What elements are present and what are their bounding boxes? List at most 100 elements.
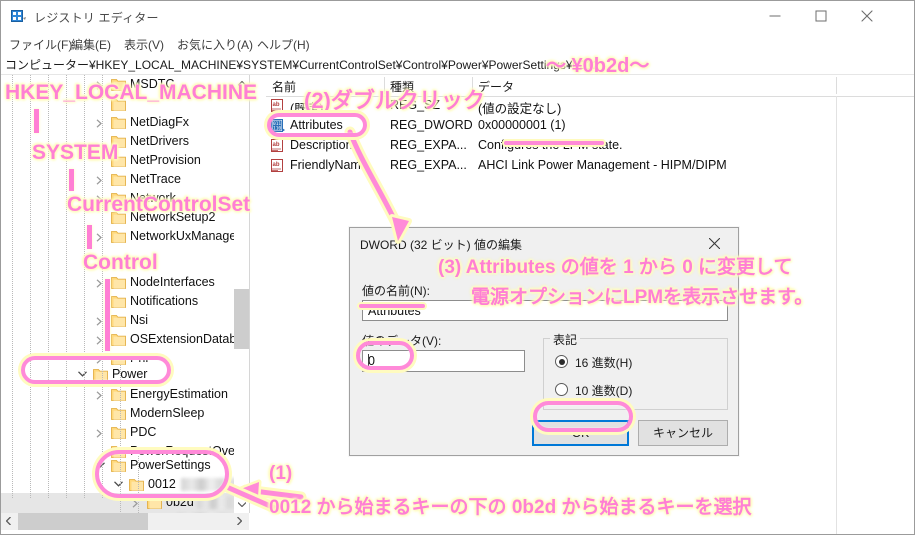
value-data: AHCI Link Power Management - HIPM/DIPM	[478, 158, 727, 172]
tree-guide-line	[30, 75, 31, 499]
radio-decimal-label[interactable]: 10 進数(D)	[575, 382, 632, 399]
chevron-right-icon[interactable]	[93, 227, 107, 247]
annotation-bar	[69, 169, 74, 191]
registry-editor-icon	[11, 9, 27, 25]
annotation-step3-line2: 電源オプションにLPMを表示させます。	[471, 287, 814, 308]
column-header-name[interactable]: 名前	[272, 78, 296, 95]
menu-favorites[interactable]: お気に入り(A)	[177, 36, 253, 53]
folder-icon	[111, 426, 126, 439]
close-button[interactable]	[844, 1, 890, 31]
tree-item[interactable]: NetworkUxManager	[1, 227, 241, 247]
tree-item-label: NetDrivers	[130, 134, 190, 148]
value-type: REG_EXPA...	[390, 158, 467, 172]
window-title: レジストリ エディター	[34, 11, 159, 25]
tree-guide-line	[48, 75, 49, 499]
menu-bar: ファイル(F) 編集(E) 表示(V) お気に入り(A) ヘルプ(H)	[1, 33, 914, 54]
maximize-button[interactable]	[798, 1, 844, 31]
folder-icon	[111, 116, 126, 129]
tree-item[interactable]: Notifications	[1, 292, 241, 312]
radio-decimal[interactable]	[555, 383, 568, 396]
base-group-box	[543, 338, 728, 410]
title-bar: レジストリ エディター	[1, 1, 914, 33]
value-data: 0x00000001 (1)	[478, 118, 566, 132]
ab-string-icon: ab	[270, 98, 286, 114]
annotation-underline-attributes-name	[359, 304, 425, 308]
annotation-step1-text: 0012 から始まるキーの下の 0b2d から始まるキーを選択	[269, 497, 752, 518]
menu-edit[interactable]: 編集(E)	[71, 36, 111, 53]
menu-view[interactable]: 表示(V)	[124, 36, 164, 53]
folder-icon	[111, 230, 126, 243]
cancel-button[interactable]: キャンセル	[638, 420, 728, 446]
column-separator[interactable]	[836, 77, 837, 94]
scrollbar-track[interactable]	[234, 92, 249, 496]
folder-icon	[111, 295, 126, 308]
annotation-step3-line1: (3) Attributes の値を 1 から 0 に変更して	[438, 257, 793, 278]
annotation-bar	[34, 109, 39, 133]
annotation-ccs: CurrentControlSet	[67, 193, 251, 216]
tree-item-label: OSExtensionDatabase	[130, 332, 250, 346]
menu-help[interactable]: ヘルプ(H)	[257, 36, 310, 53]
tree-item-label: NetTrace	[130, 172, 181, 186]
registry-value-row[interactable]: ab Description REG_EXPA... Configures the L…	[266, 136, 914, 156]
annotation-bar	[105, 279, 110, 351]
tree-item[interactable]: NodeInterfaces	[1, 273, 241, 293]
tree-item-label: Nsi	[130, 313, 149, 327]
minimize-button[interactable]	[752, 1, 798, 31]
folder-icon	[111, 333, 126, 346]
tree-item-label: EnergyEstimation	[130, 387, 228, 401]
registry-value-row[interactable]: ab FriendlyName REG_EXPA... AHCI Link Power…	[266, 156, 914, 176]
folder-icon	[111, 388, 126, 401]
pane-splitter[interactable]	[250, 75, 265, 534]
base-group-title: 表記	[550, 331, 581, 348]
tree-item-label: NetworkUxManager	[130, 229, 241, 243]
annotation-step2: (2)ダブルクリック	[304, 88, 485, 113]
annotation-ring-value-data	[356, 341, 414, 370]
annotation-step1-number: (1)	[269, 463, 293, 484]
chevron-right-icon[interactable]	[93, 113, 107, 133]
tree-guide-line	[84, 75, 85, 499]
folder-icon	[111, 407, 126, 420]
radio-hexadecimal-label[interactable]: 16 進数(H)	[575, 354, 632, 371]
scroll-right-button[interactable]	[232, 513, 249, 530]
value-name: Description	[290, 138, 353, 152]
tree-item[interactable]: OSExtensionDatabase	[1, 330, 249, 350]
scrollbar-thumb[interactable]	[234, 289, 249, 349]
chevron-right-icon[interactable]	[93, 423, 107, 443]
chevron-right-icon[interactable]	[93, 170, 107, 190]
scroll-down-button[interactable]	[234, 496, 249, 513]
dialog-title: DWORD (32 ビット) 値の編集	[360, 238, 523, 252]
tree-item[interactable]: ModernSleep	[1, 404, 241, 424]
scroll-left-button[interactable]	[1, 513, 18, 530]
svg-text:ab: ab	[273, 162, 280, 168]
radio-hexadecimal[interactable]	[555, 355, 568, 368]
annotation-ring-power	[21, 356, 171, 384]
svg-text:ab: ab	[273, 142, 280, 148]
chevron-right-icon[interactable]	[93, 385, 107, 405]
annotation-ring-ok	[533, 401, 633, 432]
tree-item[interactable]: Nsi	[1, 311, 241, 331]
tree-guide-line	[102, 75, 103, 499]
tree-horizontal-scrollbar[interactable]	[1, 513, 249, 530]
folder-icon	[111, 276, 126, 289]
hscrollbar-thumb[interactable]	[18, 513, 148, 530]
annotation-ring-attributes	[267, 113, 367, 137]
tree-item[interactable]: PDC	[1, 423, 241, 443]
address-bar[interactable]: コンピューター¥HKEY_LOCAL_MACHINE¥SYSTEM¥Curren…	[1, 54, 914, 75]
tree-item[interactable]: EnergyEstimation	[1, 385, 241, 405]
annotation-ring-powersettings	[95, 450, 229, 498]
value-data: (値の設定なし)	[478, 102, 562, 116]
tree-vertical-scrollbar[interactable]	[234, 75, 249, 513]
annotation-underline-dword-value	[504, 141, 604, 145]
value-name: FriendlyName	[290, 158, 368, 172]
annotation-control: Control	[83, 251, 158, 274]
tree-guide-line	[12, 75, 13, 499]
tree-item[interactable]: NetTrace	[1, 170, 241, 190]
ab-string-icon: ab	[270, 138, 286, 154]
tree-item-label: PDC	[130, 425, 157, 439]
tree-item-label: NetDiagFx	[130, 115, 190, 129]
annotation-hkey: HKEY_LOCAL_MACHINE	[5, 81, 258, 104]
tree-item-label: NodeInterfaces	[130, 275, 215, 289]
annotation-path-tail: 〜 ¥0b2d〜	[546, 55, 650, 77]
menu-file[interactable]: ファイル(F)	[9, 36, 72, 53]
ab-string-icon: ab	[270, 158, 286, 174]
